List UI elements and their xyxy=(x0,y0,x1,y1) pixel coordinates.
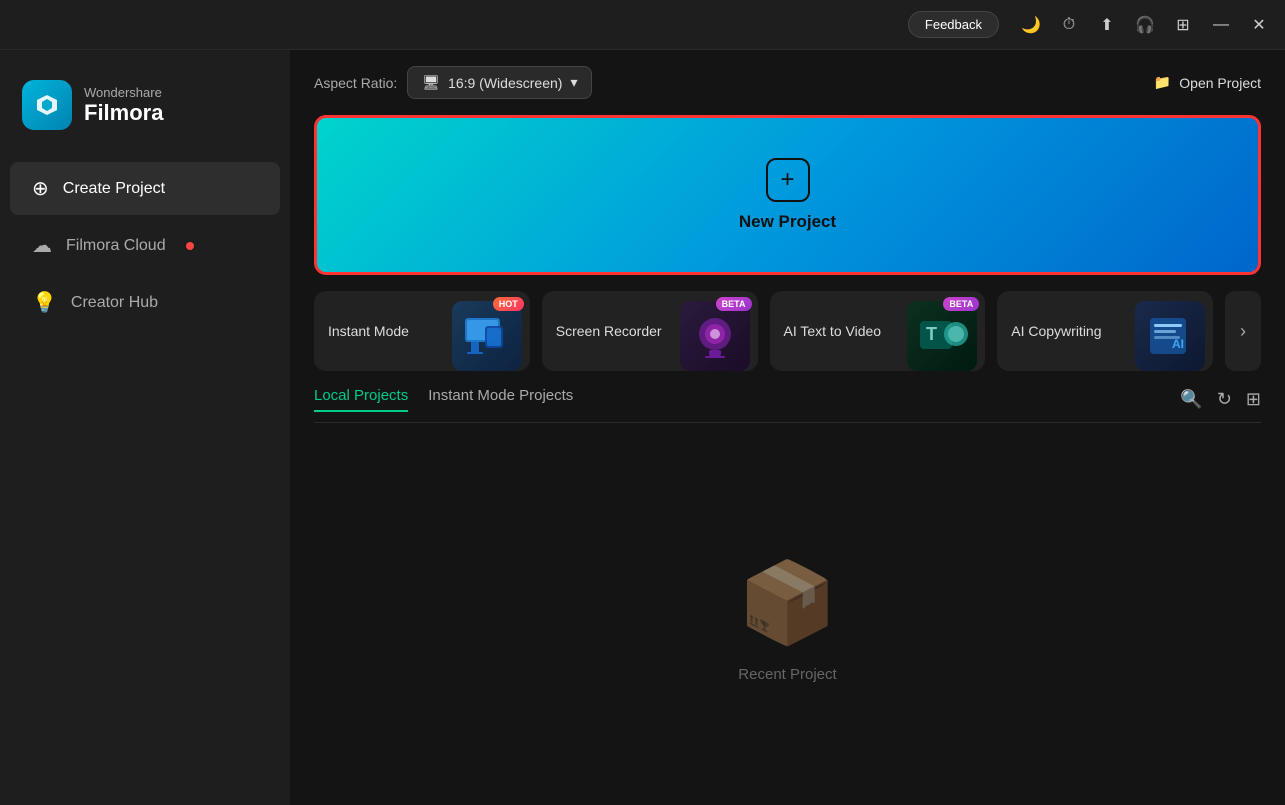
title-bar: Feedback 🌙 ⏱ ⬆ 🎧 ⊞ — ✕ xyxy=(0,0,1285,50)
support-icon[interactable]: 🎧 xyxy=(1129,9,1161,41)
grid-icon[interactable]: ⊞ xyxy=(1167,9,1199,41)
brand-name: Wondershare xyxy=(84,85,163,100)
refresh-icon[interactable]: ↻ xyxy=(1217,389,1232,410)
feature-card-instant-mode[interactable]: HOT Instant Mode xyxy=(314,291,530,371)
ai-copywriting-label: AI Copywriting xyxy=(1011,322,1101,340)
minimize-icon[interactable]: — xyxy=(1205,9,1237,41)
screen-recorder-icon xyxy=(680,301,750,371)
ai-copywriting-icon: AI xyxy=(1135,301,1205,371)
beta-badge-ai-text: BETA xyxy=(943,297,979,311)
ai-text-video-icon: T xyxy=(907,301,977,371)
aspect-ratio-dropdown[interactable]: 🖥 16:9 (Widescreen) ▾ xyxy=(407,66,592,99)
beta-badge-screen: BETA xyxy=(716,297,752,311)
instant-mode-icon xyxy=(452,301,522,371)
logo-icon xyxy=(22,80,72,130)
logo-text: Wondershare Filmora xyxy=(84,85,163,126)
monitor-icon: 🖥 xyxy=(422,74,440,91)
new-project-banner[interactable]: + New Project xyxy=(314,115,1261,275)
grid-view-icon[interactable]: ⊞ xyxy=(1246,389,1261,410)
instant-mode-label: Instant Mode xyxy=(328,322,409,340)
creator-hub-icon: 💡 xyxy=(32,290,57,315)
create-project-label: Create Project xyxy=(63,180,165,198)
app-name: Filmora xyxy=(84,100,163,126)
aspect-ratio-label: Aspect Ratio: xyxy=(314,75,397,91)
logo-area: Wondershare Filmora xyxy=(0,70,290,160)
projects-tabs: Local Projects Instant Mode Projects 🔍 ↻… xyxy=(314,387,1261,423)
empty-label: Recent Project xyxy=(738,666,836,683)
content-area: Aspect Ratio: 🖥 16:9 (Widescreen) ▾ 📁 Op… xyxy=(290,50,1285,805)
feature-cards-row: HOT Instant Mode BETA Screen Recorde xyxy=(290,275,1285,387)
tab-actions: 🔍 ↻ ⊞ xyxy=(1180,389,1261,410)
open-project-button[interactable]: 📁 Open Project xyxy=(1154,74,1261,91)
create-project-icon: ⊕ xyxy=(32,176,49,201)
search-icon[interactable]: 🔍 xyxy=(1180,389,1202,410)
notification-badge xyxy=(186,242,194,250)
feature-card-ai-copywriting[interactable]: AI Copywriting AI xyxy=(997,291,1213,371)
folder-icon: 📁 xyxy=(1154,74,1171,91)
new-project-plus-icon: + xyxy=(766,158,810,202)
projects-section: Local Projects Instant Mode Projects 🔍 ↻… xyxy=(290,387,1285,805)
open-project-label: Open Project xyxy=(1179,75,1261,91)
tab-instant-mode-projects[interactable]: Instant Mode Projects xyxy=(428,387,573,412)
theme-toggle-icon[interactable]: 🌙 xyxy=(1015,9,1047,41)
filmora-cloud-icon: ☁ xyxy=(32,233,52,258)
aspect-ratio-area: Aspect Ratio: 🖥 16:9 (Widescreen) ▾ xyxy=(314,66,592,99)
svg-text:AI: AI xyxy=(1172,337,1184,351)
svg-text:T: T xyxy=(926,324,937,344)
tab-list: Local Projects Instant Mode Projects xyxy=(314,387,573,412)
new-project-label: New Project xyxy=(739,212,836,232)
sidebar: Wondershare Filmora ⊕ Create Project ☁ F… xyxy=(0,50,290,805)
sidebar-item-filmora-cloud[interactable]: ☁ Filmora Cloud xyxy=(10,219,280,272)
top-bar: Aspect Ratio: 🖥 16:9 (Widescreen) ▾ 📁 Op… xyxy=(290,50,1285,115)
feedback-button[interactable]: Feedback xyxy=(908,11,999,38)
tab-local-projects[interactable]: Local Projects xyxy=(314,387,408,412)
chevron-down-icon: ▾ xyxy=(570,74,577,91)
sidebar-item-create-project[interactable]: ⊕ Create Project xyxy=(10,162,280,215)
aspect-ratio-value: 16:9 (Widescreen) xyxy=(448,75,562,91)
filmora-cloud-label: Filmora Cloud xyxy=(66,237,166,255)
screen-recorder-label: Screen Recorder xyxy=(556,322,662,340)
feature-card-screen-recorder[interactable]: BETA Screen Recorder xyxy=(542,291,758,371)
feature-card-ai-text-video[interactable]: BETA AI Text to Video T xyxy=(770,291,986,371)
timer-icon[interactable]: ⏱ xyxy=(1053,9,1085,41)
creator-hub-label: Creator Hub xyxy=(71,294,158,312)
empty-box-icon: 📦 xyxy=(738,556,838,650)
ai-text-video-label: AI Text to Video xyxy=(784,322,882,340)
download-icon[interactable]: ⬆ xyxy=(1091,9,1123,41)
sidebar-item-creator-hub[interactable]: 💡 Creator Hub xyxy=(10,276,280,329)
close-icon[interactable]: ✕ xyxy=(1243,9,1275,41)
empty-state: 📦 Recent Project xyxy=(314,433,1261,805)
scroll-right-arrow[interactable]: › xyxy=(1225,291,1261,371)
hot-badge: HOT xyxy=(493,297,524,311)
